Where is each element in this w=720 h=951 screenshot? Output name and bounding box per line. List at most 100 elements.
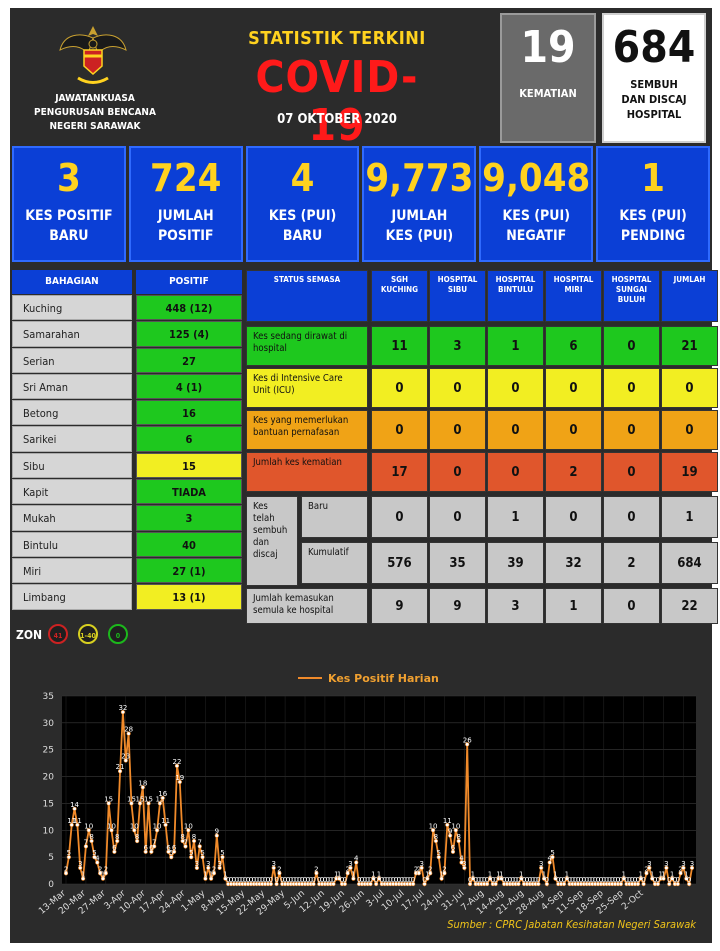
- region-row: Limbang 13 (1): [12, 584, 242, 610]
- region-name: Betong: [12, 400, 132, 426]
- data-label: 1: [351, 871, 355, 879]
- status-value: 0: [487, 368, 544, 408]
- recovered-label: SEMBUH DAN DISCAJ HOSPITAL: [604, 77, 704, 122]
- data-label: 1: [203, 871, 207, 879]
- region-row: Bintulu 40: [12, 531, 242, 557]
- stat-pending-pui: 1 KES (PUI) PENDING: [596, 146, 710, 262]
- stat-label-line: PENDING: [620, 228, 686, 244]
- stat-value: 1: [641, 156, 665, 200]
- data-label: 3: [690, 860, 694, 868]
- status-row-label: Kes sedang dirawat di hospital: [246, 326, 368, 366]
- status-value: 2: [545, 452, 602, 492]
- status-value: 1: [487, 326, 544, 366]
- y-tick-label: 10: [43, 826, 55, 836]
- y-tick-label: 25: [43, 746, 54, 756]
- agency-name: JAWATANKUASA PENGURUSAN BENCANA NEGERI S…: [30, 92, 160, 134]
- data-label: 2: [428, 865, 432, 873]
- status-value: 0: [429, 410, 486, 450]
- status-value: 0: [661, 368, 718, 408]
- region-header-name: BAHAGIAN: [12, 270, 132, 294]
- region-row: Sibu 15: [12, 452, 242, 479]
- recovered-value: 1: [661, 496, 718, 538]
- recovered-value: 684: [661, 542, 718, 584]
- recovered-value: 576: [371, 542, 428, 584]
- hospital-column-header: SGH KUCHING: [371, 270, 428, 322]
- recovered-group-label: Kes telah sembuh dan discaj: [246, 496, 298, 586]
- summary-stats: 3 KES POSITIF BARU 724 JUMLAH POSITIF 4 KE…: [12, 146, 710, 262]
- recovered-value: 0: [371, 496, 428, 538]
- region-name: Serian: [12, 347, 132, 373]
- stat-negative-pui: 9,048 KES (PUI) NEGATIF: [479, 146, 594, 262]
- stat-label-line: KES (PUI): [502, 208, 570, 224]
- status-value: 21: [661, 326, 718, 366]
- data-label: 5: [550, 849, 554, 857]
- stat-label: JUMLAH POSITIF: [131, 206, 241, 246]
- data-label: 5: [200, 849, 204, 857]
- data-label: 0: [343, 876, 347, 884]
- data-label: 19: [175, 774, 184, 782]
- status-value: 0: [429, 452, 486, 492]
- sarawak-crest-logo: [59, 26, 127, 84]
- readmit-value: 3: [487, 588, 544, 624]
- data-label: 4: [95, 855, 100, 863]
- page-title: STATISTIK TERKINI: [248, 28, 426, 49]
- region-row: Samarahan 125 (4): [12, 321, 242, 347]
- data-label: 2: [277, 865, 281, 873]
- region-name: Mukah: [12, 505, 132, 531]
- recovered-box: 684 SEMBUH DAN DISCAJ HOSPITAL: [602, 13, 706, 143]
- region-row: Sri Aman 4 (1): [12, 373, 242, 400]
- recovered-value: 0: [603, 496, 660, 538]
- stat-label: JUMLAH KES (PUI): [364, 206, 474, 246]
- status-value: 0: [487, 452, 544, 492]
- data-label: 3: [539, 860, 543, 868]
- region-row: Miri 27 (1): [12, 557, 242, 584]
- y-tick-label: 35: [43, 692, 54, 702]
- data-label: 3: [419, 860, 423, 868]
- stat-label: KES (PUI) NEGATIF: [481, 206, 591, 246]
- source-note: Sumber : CPRC Jabatan Kesihatan Negeri S…: [447, 918, 696, 931]
- y-tick-label: 15: [43, 799, 54, 809]
- stat-label-line: KES (PUI): [268, 208, 337, 224]
- region-positive: 40: [135, 531, 242, 557]
- data-label: 5: [67, 849, 71, 857]
- recovered-value: 35: [429, 542, 486, 584]
- data-label: 0: [676, 876, 680, 884]
- y-tick-label: 0: [48, 880, 54, 890]
- region-name: Kuching: [12, 295, 132, 321]
- region-positive: 448 (12): [135, 295, 242, 321]
- status-value: 3: [429, 326, 486, 366]
- status-row-label: Jumlah kes kematian: [246, 452, 368, 492]
- readmit-value: 0: [603, 588, 660, 624]
- data-label: 10: [84, 822, 93, 830]
- status-row-label: Kes di Intensive Care Unit (ICU): [246, 368, 368, 408]
- data-label: 8: [456, 833, 460, 841]
- stat-total-pui: 9,773 JUMLAH KES (PUI): [362, 146, 477, 262]
- data-label: 18: [138, 779, 147, 787]
- region-name: Sri Aman: [12, 373, 132, 400]
- data-label: 2: [104, 865, 108, 873]
- status-value: 11: [371, 326, 428, 366]
- data-label: 4: [354, 855, 359, 863]
- region-name: Limbang: [12, 584, 132, 610]
- data-label: 3: [647, 860, 651, 868]
- recovered-label-line-2: DAN DISCAJ: [621, 93, 687, 106]
- data-label: 10: [451, 822, 460, 830]
- data-label: 8: [192, 833, 196, 841]
- status-value: 0: [371, 410, 428, 450]
- agency-line-1: JAWATANKUASA: [55, 93, 135, 104]
- data-label: 0: [536, 876, 540, 884]
- data-label: 6: [172, 844, 177, 852]
- data-label: 32: [118, 704, 127, 712]
- region-name: Sarikei: [12, 426, 132, 452]
- data-label: 3: [681, 860, 685, 868]
- region-positive: TIADA: [135, 479, 242, 505]
- data-label: 15: [104, 795, 113, 803]
- stat-label-line: KES (PUI): [385, 228, 454, 244]
- data-label: 21: [116, 763, 125, 771]
- region-table-header: BAHAGIAN POSITIF: [12, 270, 242, 294]
- recovered-row-label: Baru: [301, 496, 368, 538]
- status-value: 19: [661, 452, 718, 492]
- zone-badge-red: 41: [48, 624, 68, 644]
- data-label: 2: [212, 865, 216, 873]
- data-label: 2: [314, 865, 318, 873]
